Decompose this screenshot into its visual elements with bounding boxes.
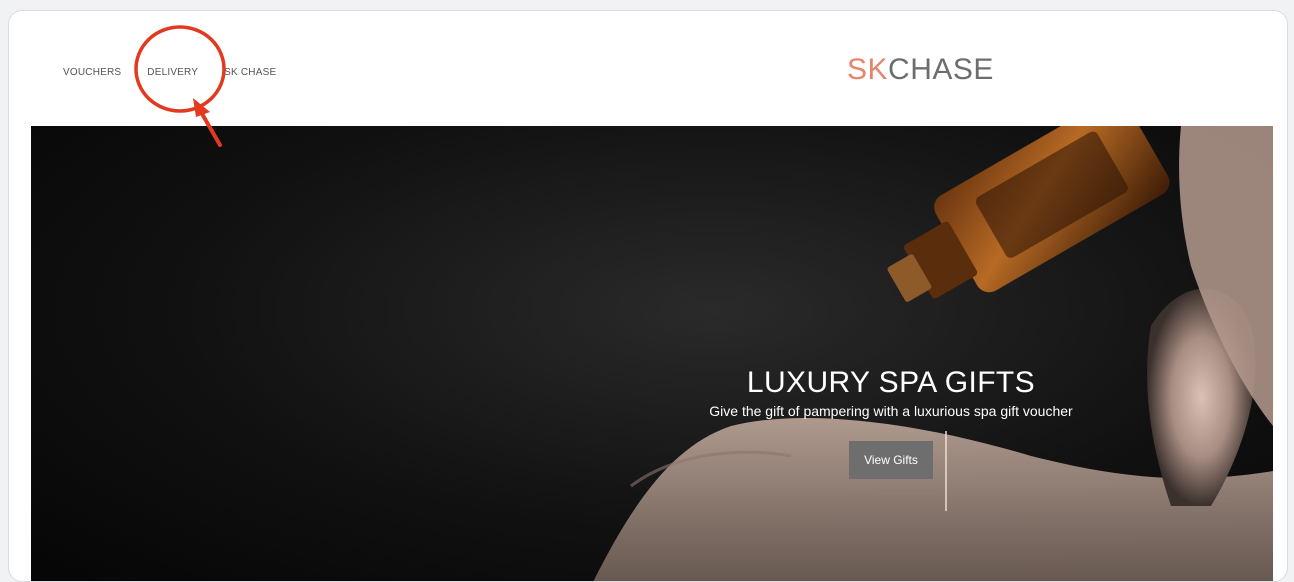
logo-text-chase: CHASE — [888, 53, 994, 86]
site-logo[interactable]: SKCHASE — [847, 55, 994, 85]
hero-image — [593, 126, 1273, 581]
hero-content: LUXURY SPA GIFTS Give the gift of pamper… — [671, 366, 1111, 479]
nav-link-delivery[interactable]: DELIVERY — [147, 67, 198, 78]
hero-subtitle: Give the gift of pampering with a luxuri… — [709, 403, 1073, 419]
nav-link-vouchers[interactable]: VOUCHERS — [63, 67, 121, 78]
hero-title: LUXURY SPA GIFTS — [746, 366, 1036, 399]
hero-banner: LUXURY SPA GIFTS Give the gift of pamper… — [31, 126, 1273, 581]
view-gifts-button[interactable]: View Gifts — [849, 441, 933, 479]
main-navigation: VOUCHERS DELIVERY SK CHASE — [63, 67, 302, 78]
logo-text-sk: SK — [847, 53, 889, 86]
browser-page: VOUCHERS DELIVERY SK CHASE SKCHASE LUXUR… — [8, 10, 1288, 582]
nav-link-sk-chase[interactable]: SK CHASE — [224, 67, 276, 78]
